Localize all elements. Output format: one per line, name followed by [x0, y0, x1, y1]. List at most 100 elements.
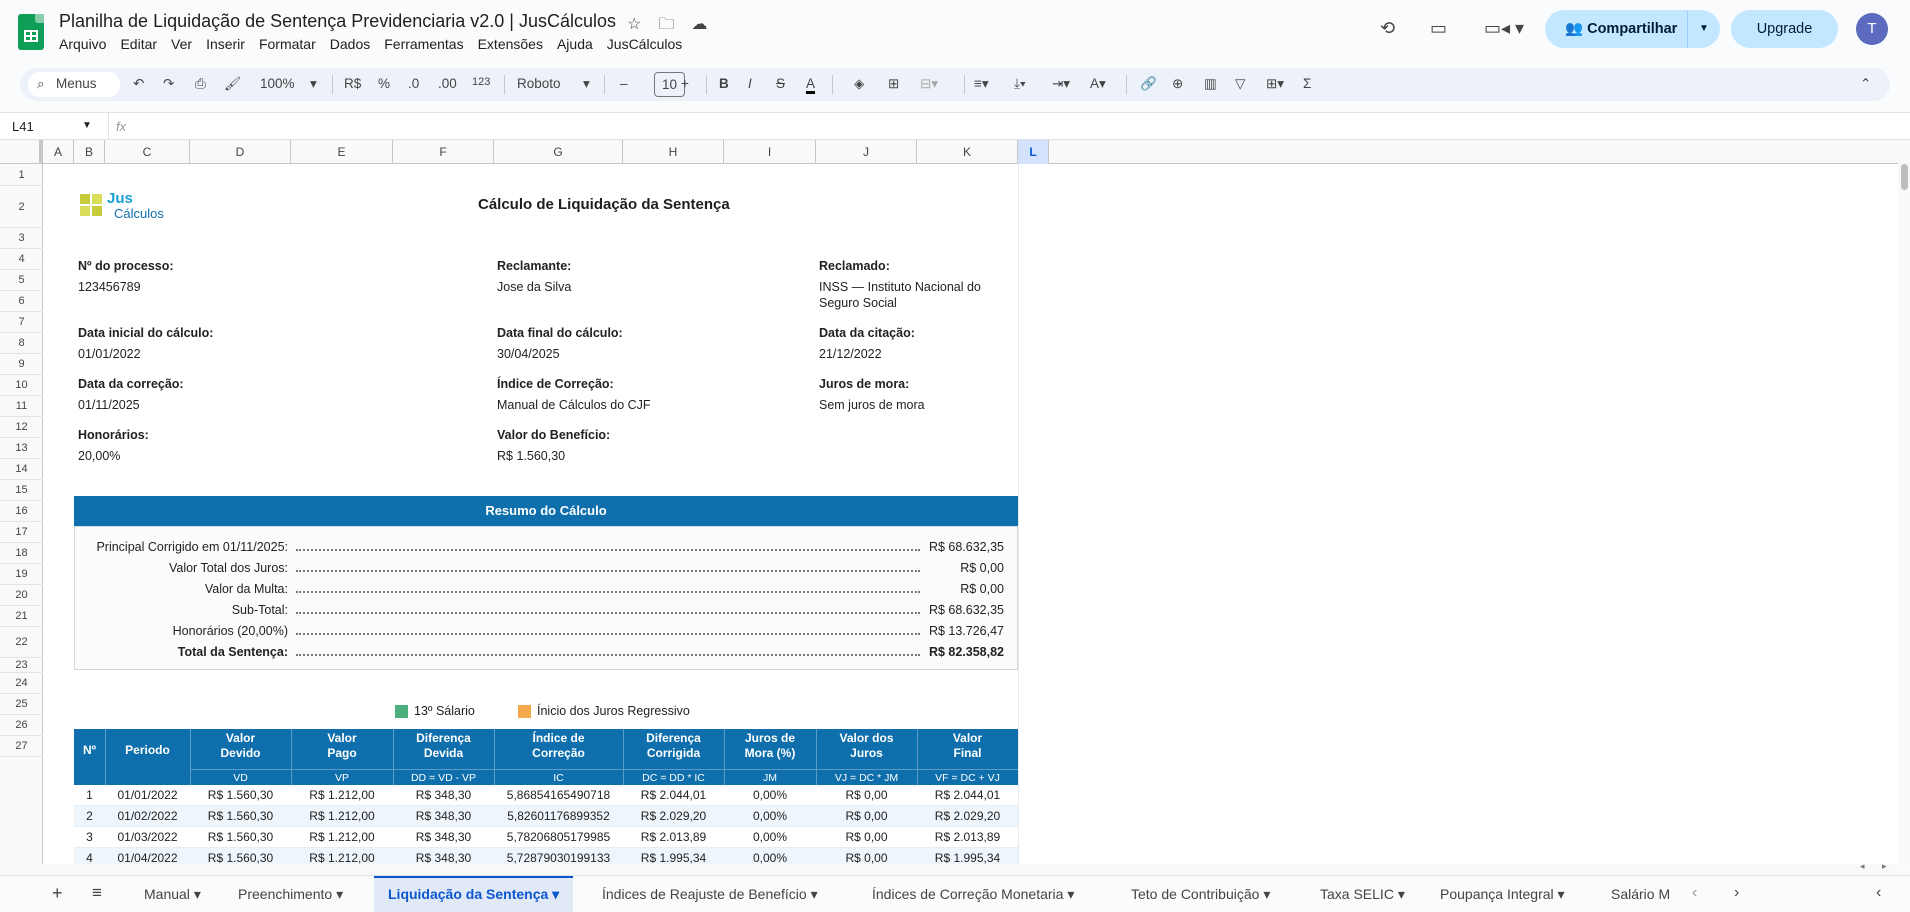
- table-cell[interactable]: 5,86854165490718: [494, 788, 623, 802]
- row-header[interactable]: 4: [0, 249, 43, 270]
- row-header[interactable]: 18: [0, 543, 43, 564]
- insert-comment-icon[interactable]: ⊕: [1172, 76, 1183, 92]
- reclamado-value-line2[interactable]: Seguro Social: [819, 296, 897, 310]
- table-cell[interactable]: 5,72879030199133: [494, 851, 623, 864]
- menu-formatar[interactable]: Formatar: [259, 36, 316, 52]
- align-vertical-icon[interactable]: ⤓▾: [1014, 76, 1026, 92]
- column-header-c[interactable]: C: [105, 140, 190, 164]
- font-size-increase-icon[interactable]: +: [681, 76, 689, 91]
- chevron-down-icon[interactable]: ▾: [1558, 886, 1565, 902]
- table-cell[interactable]: R$ 1.212,00: [291, 809, 393, 823]
- column-header-h[interactable]: H: [623, 140, 724, 164]
- row-header[interactable]: 9: [0, 354, 43, 375]
- tab-salario-minimo[interactable]: Salário M: [1597, 876, 1677, 912]
- merge-cells-icon[interactable]: ⊟▾: [920, 76, 938, 92]
- chevron-down-icon[interactable]: ▾: [552, 886, 559, 902]
- functions-icon[interactable]: Σ: [1303, 76, 1311, 91]
- zoom-select[interactable]: 100%: [260, 76, 295, 91]
- font-size-decrease-icon[interactable]: –: [620, 76, 628, 91]
- share-button[interactable]: 👥 Compartilhar ▼: [1545, 10, 1720, 48]
- tab-manual[interactable]: Manual ▾: [130, 876, 215, 912]
- menu-extensoes[interactable]: Extensões: [478, 36, 543, 52]
- table-cell[interactable]: R$ 1.995,34: [917, 851, 1018, 864]
- juros-value[interactable]: Sem juros de mora: [819, 398, 925, 412]
- row-header[interactable]: 21: [0, 606, 43, 627]
- column-header-k[interactable]: K: [917, 140, 1018, 164]
- menu-inserir[interactable]: Inserir: [206, 36, 245, 52]
- chevron-down-icon[interactable]: ▾: [583, 76, 590, 92]
- table-cell[interactable]: 0,00%: [724, 809, 816, 823]
- resumo-value[interactable]: R$ 0,00: [920, 561, 1004, 575]
- spreadsheet-grid[interactable]: A B C D E F G H I J K L 1 2 3 4 5 6 7 8 9 10 11 12 1…: [0, 140, 1898, 864]
- scroll-right-icon[interactable]: ▸: [1882, 861, 1887, 872]
- row-header[interactable]: 27: [0, 736, 43, 757]
- align-horizontal-icon[interactable]: ≡▾: [974, 76, 989, 92]
- table-cell[interactable]: R$ 2.013,89: [917, 830, 1018, 844]
- number-format[interactable]: 123: [472, 76, 490, 88]
- row-header[interactable]: 10: [0, 375, 43, 396]
- row-header[interactable]: 5: [0, 270, 43, 291]
- row-header[interactable]: 8: [0, 333, 43, 354]
- data-citacao-value[interactable]: 21/12/2022: [819, 347, 882, 361]
- name-box[interactable]: L41: [12, 119, 34, 134]
- table-cell[interactable]: R$ 2.013,89: [623, 830, 724, 844]
- row-header[interactable]: 3: [0, 228, 43, 249]
- resumo-value[interactable]: R$ 68.632,35: [920, 603, 1004, 617]
- text-wrap-icon[interactable]: ⇥▾: [1052, 76, 1070, 92]
- chevron-down-icon[interactable]: ▾: [336, 886, 343, 902]
- chevron-down-icon[interactable]: ▾: [1067, 886, 1074, 902]
- menu-arquivo[interactable]: Arquivo: [59, 36, 106, 52]
- column-header-i[interactable]: I: [724, 140, 816, 164]
- resumo-value[interactable]: R$ 0,00: [920, 582, 1004, 596]
- table-cell[interactable]: R$ 0,00: [816, 809, 917, 823]
- sheets-logo-icon[interactable]: [18, 14, 44, 50]
- table-cell[interactable]: 01/01/2022: [105, 788, 190, 802]
- menu-ajuda[interactable]: Ajuda: [557, 36, 593, 52]
- cloud-status-icon[interactable]: ☁: [691, 16, 707, 33]
- filter-icon[interactable]: ▽: [1235, 76, 1245, 92]
- table-cell[interactable]: R$ 1.560,30: [190, 788, 291, 802]
- data-correcao-value[interactable]: 01/11/2025: [78, 398, 140, 412]
- paint-format-icon[interactable]: 🖌: [224, 76, 241, 92]
- row-header[interactable]: 13: [0, 438, 43, 459]
- row-header[interactable]: 11: [0, 396, 43, 417]
- tab-taxa-selic[interactable]: Taxa SELIC ▾: [1306, 876, 1419, 912]
- row-header[interactable]: 20: [0, 585, 43, 606]
- borders-icon[interactable]: ⊞: [888, 76, 899, 92]
- table-cell[interactable]: R$ 1.560,30: [190, 830, 291, 844]
- add-sheet-icon[interactable]: +: [52, 883, 63, 904]
- history-icon[interactable]: ⟲: [1380, 18, 1395, 39]
- table-cell[interactable]: R$ 348,30: [393, 809, 494, 823]
- table-cell[interactable]: 0,00%: [724, 851, 816, 864]
- indice-value[interactable]: Manual de Cálculos do CJF: [497, 398, 651, 412]
- table-cell[interactable]: 01/02/2022: [105, 809, 190, 823]
- table-cell[interactable]: R$ 2.029,20: [917, 809, 1018, 823]
- table-cell[interactable]: 0,00%: [724, 788, 816, 802]
- percent-format[interactable]: %: [378, 76, 390, 91]
- chevron-down-icon[interactable]: ▾: [194, 886, 201, 902]
- upgrade-button[interactable]: Upgrade: [1731, 10, 1838, 48]
- scroll-left-icon[interactable]: ◂: [1860, 861, 1865, 872]
- meet-icon[interactable]: ▭◂ ▾: [1484, 18, 1524, 39]
- menus-search[interactable]: ⌕ Menus: [28, 72, 120, 97]
- undo-icon[interactable]: ↶: [133, 76, 144, 92]
- menu-dados[interactable]: Dados: [330, 36, 370, 52]
- table-cell[interactable]: R$ 1.560,30: [190, 809, 291, 823]
- table-cell[interactable]: R$ 2.044,01: [623, 788, 724, 802]
- table-cell[interactable]: R$ 2.029,20: [623, 809, 724, 823]
- reclamado-value-line1[interactable]: INSS — Instituto Nacional do: [819, 280, 981, 294]
- table-cell[interactable]: 01/03/2022: [105, 830, 190, 844]
- column-header-l[interactable]: L: [1018, 140, 1049, 164]
- row-header[interactable]: 2: [0, 186, 43, 228]
- document-title[interactable]: Planilha de Liquidação de Sentença Previ…: [59, 11, 616, 32]
- horizontal-scrollbar[interactable]: ◂ ▸: [0, 861, 1898, 875]
- share-dropdown-icon[interactable]: ▼: [1687, 10, 1720, 48]
- menu-ferramentas[interactable]: Ferramentas: [384, 36, 463, 52]
- text-color-icon[interactable]: A: [806, 76, 816, 94]
- vertical-scrollbar[interactable]: [1898, 140, 1910, 864]
- italic-icon[interactable]: I: [748, 76, 752, 91]
- row-header[interactable]: 14: [0, 459, 43, 480]
- table-cell[interactable]: 0,00%: [724, 830, 816, 844]
- row-header[interactable]: 17: [0, 522, 43, 543]
- table-cell[interactable]: R$ 348,30: [393, 830, 494, 844]
